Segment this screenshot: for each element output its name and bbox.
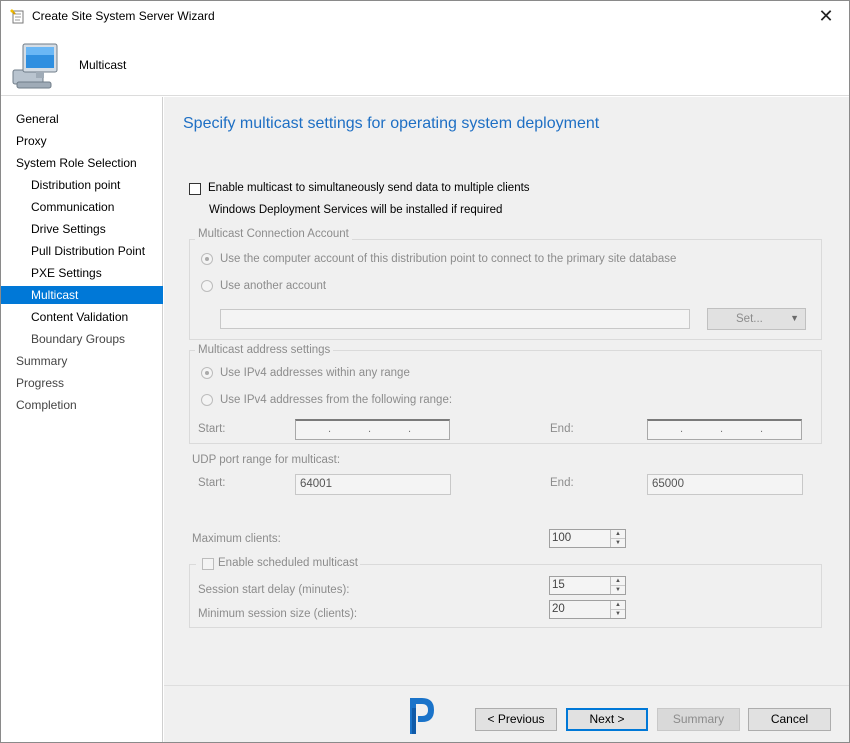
ip-dot: .	[408, 423, 412, 435]
radio-another-account[interactable]	[201, 280, 213, 292]
wds-note: Windows Deployment Services will be inst…	[209, 204, 503, 216]
radio-computer-account-label: Use the computer account of this distrib…	[220, 253, 677, 265]
scheduled-multicast-label: Enable scheduled multicast	[218, 557, 358, 569]
wizard-window: Create Site System Server Wizard ✕ Multi…	[0, 0, 850, 743]
nav-item-drive-settings[interactable]: Drive Settings	[1, 220, 163, 238]
max-clients-label: Maximum clients:	[192, 533, 281, 545]
ip-dot: .	[680, 423, 684, 435]
enable-multicast-label[interactable]: Enable multicast to simultaneously send …	[208, 182, 530, 194]
max-clients-value: 100	[552, 532, 572, 544]
radio-following-range-label: Use IPv4 addresses from the following ra…	[220, 394, 453, 406]
title-bar: Create Site System Server Wizard ✕	[1, 1, 849, 32]
nav-item-pxe-settings[interactable]: PXE Settings	[1, 264, 163, 282]
nav-item-communication[interactable]: Communication	[1, 198, 163, 216]
chevron-down-icon[interactable]: ▼	[611, 585, 625, 593]
main-panel: Specify multicast settings for operating…	[164, 97, 849, 685]
min-session-size-value: 20	[552, 603, 565, 615]
wizard-footer: < Previous Next > Summary Cancel	[164, 685, 849, 742]
udp-end-field[interactable]: 65000	[647, 474, 803, 495]
ip-end-label: End:	[550, 423, 574, 435]
nav-item-system-role-selection[interactable]: System Role Selection	[1, 154, 163, 172]
udp-end-label: End:	[550, 477, 574, 489]
cancel-button[interactable]: Cancel	[748, 708, 831, 731]
ip-end-field[interactable]: . . .	[647, 419, 802, 440]
scheduled-multicast-header: Enable scheduled multicast	[196, 557, 360, 571]
session-delay-stepper[interactable]: 15 ▲ ▼	[549, 576, 626, 595]
next-button[interactable]: Next >	[566, 708, 648, 731]
account-name-field[interactable]	[220, 309, 690, 329]
radio-any-range[interactable]	[201, 367, 213, 379]
nav-item-multicast[interactable]: Multicast	[1, 286, 163, 304]
min-session-size-stepper[interactable]: 20 ▲ ▼	[549, 600, 626, 619]
connection-account-group-label: Multicast Connection Account	[195, 228, 352, 240]
ip-dot: .	[720, 423, 724, 435]
udp-start-label: Start:	[198, 477, 226, 489]
chevron-down-icon: ▼	[790, 313, 799, 323]
stepper-arrows[interactable]: ▲ ▼	[610, 577, 625, 594]
session-delay-value: 15	[552, 579, 565, 591]
previous-button[interactable]: < Previous	[475, 708, 557, 731]
stepper-arrows[interactable]: ▲ ▼	[610, 530, 625, 547]
nav-item-summary[interactable]: Summary	[1, 352, 163, 370]
wizard-header: Multicast	[1, 32, 849, 96]
brand-logo	[410, 698, 434, 734]
wizard-nav: General Proxy System Role Selection Dist…	[1, 97, 163, 742]
udp-start-field[interactable]: 64001	[295, 474, 451, 495]
radio-any-range-label: Use IPv4 addresses within any range	[220, 367, 410, 379]
nav-item-completion[interactable]: Completion	[1, 396, 163, 414]
nav-item-pull-distribution-point[interactable]: Pull Distribution Point	[1, 242, 163, 260]
close-button[interactable]: ✕	[803, 1, 849, 32]
chevron-down-icon[interactable]: ▼	[611, 538, 625, 546]
close-icon: ✕	[818, 6, 834, 26]
chevron-up-icon[interactable]: ▲	[611, 530, 625, 538]
ip-start-label: Start:	[198, 423, 226, 435]
header-title: Multicast	[79, 58, 127, 72]
ip-start-field[interactable]: . . .	[295, 419, 450, 440]
nav-item-general[interactable]: General	[1, 110, 163, 128]
set-account-button-label: Set...	[736, 313, 763, 325]
set-account-button[interactable]: Set... ▼	[707, 308, 806, 330]
wizard-icon	[10, 9, 24, 24]
ip-dot: .	[328, 423, 332, 435]
max-clients-stepper[interactable]: 100 ▲ ▼	[549, 529, 626, 548]
stepper-arrows[interactable]: ▲ ▼	[610, 601, 625, 618]
ip-dot: .	[760, 423, 764, 435]
ip-dot: .	[368, 423, 372, 435]
udp-range-label: UDP port range for multicast:	[192, 454, 341, 466]
nav-item-distribution-point[interactable]: Distribution point	[1, 176, 163, 194]
scheduled-multicast-checkbox[interactable]	[202, 558, 214, 570]
radio-following-range[interactable]	[201, 394, 213, 406]
chevron-down-icon[interactable]: ▼	[611, 609, 625, 617]
page-title: Specify multicast settings for operating…	[183, 115, 600, 132]
chevron-up-icon[interactable]: ▲	[611, 577, 625, 585]
nav-item-proxy[interactable]: Proxy	[1, 132, 163, 150]
address-settings-group-label: Multicast address settings	[195, 344, 334, 356]
radio-another-account-label: Use another account	[220, 280, 327, 292]
enable-multicast-checkbox[interactable]	[189, 183, 201, 195]
nav-item-progress[interactable]: Progress	[1, 374, 163, 392]
chevron-up-icon[interactable]: ▲	[611, 601, 625, 609]
window-title: Create Site System Server Wizard	[32, 9, 215, 23]
radio-computer-account[interactable]	[201, 253, 213, 265]
nav-item-content-validation[interactable]: Content Validation	[1, 308, 163, 326]
min-session-size-label: Minimum session size (clients):	[198, 608, 358, 620]
nav-item-boundary-groups[interactable]: Boundary Groups	[1, 330, 163, 348]
computer-monitor-icon	[12, 43, 58, 89]
summary-button[interactable]: Summary	[657, 708, 740, 731]
session-delay-label: Session start delay (minutes):	[198, 584, 350, 596]
